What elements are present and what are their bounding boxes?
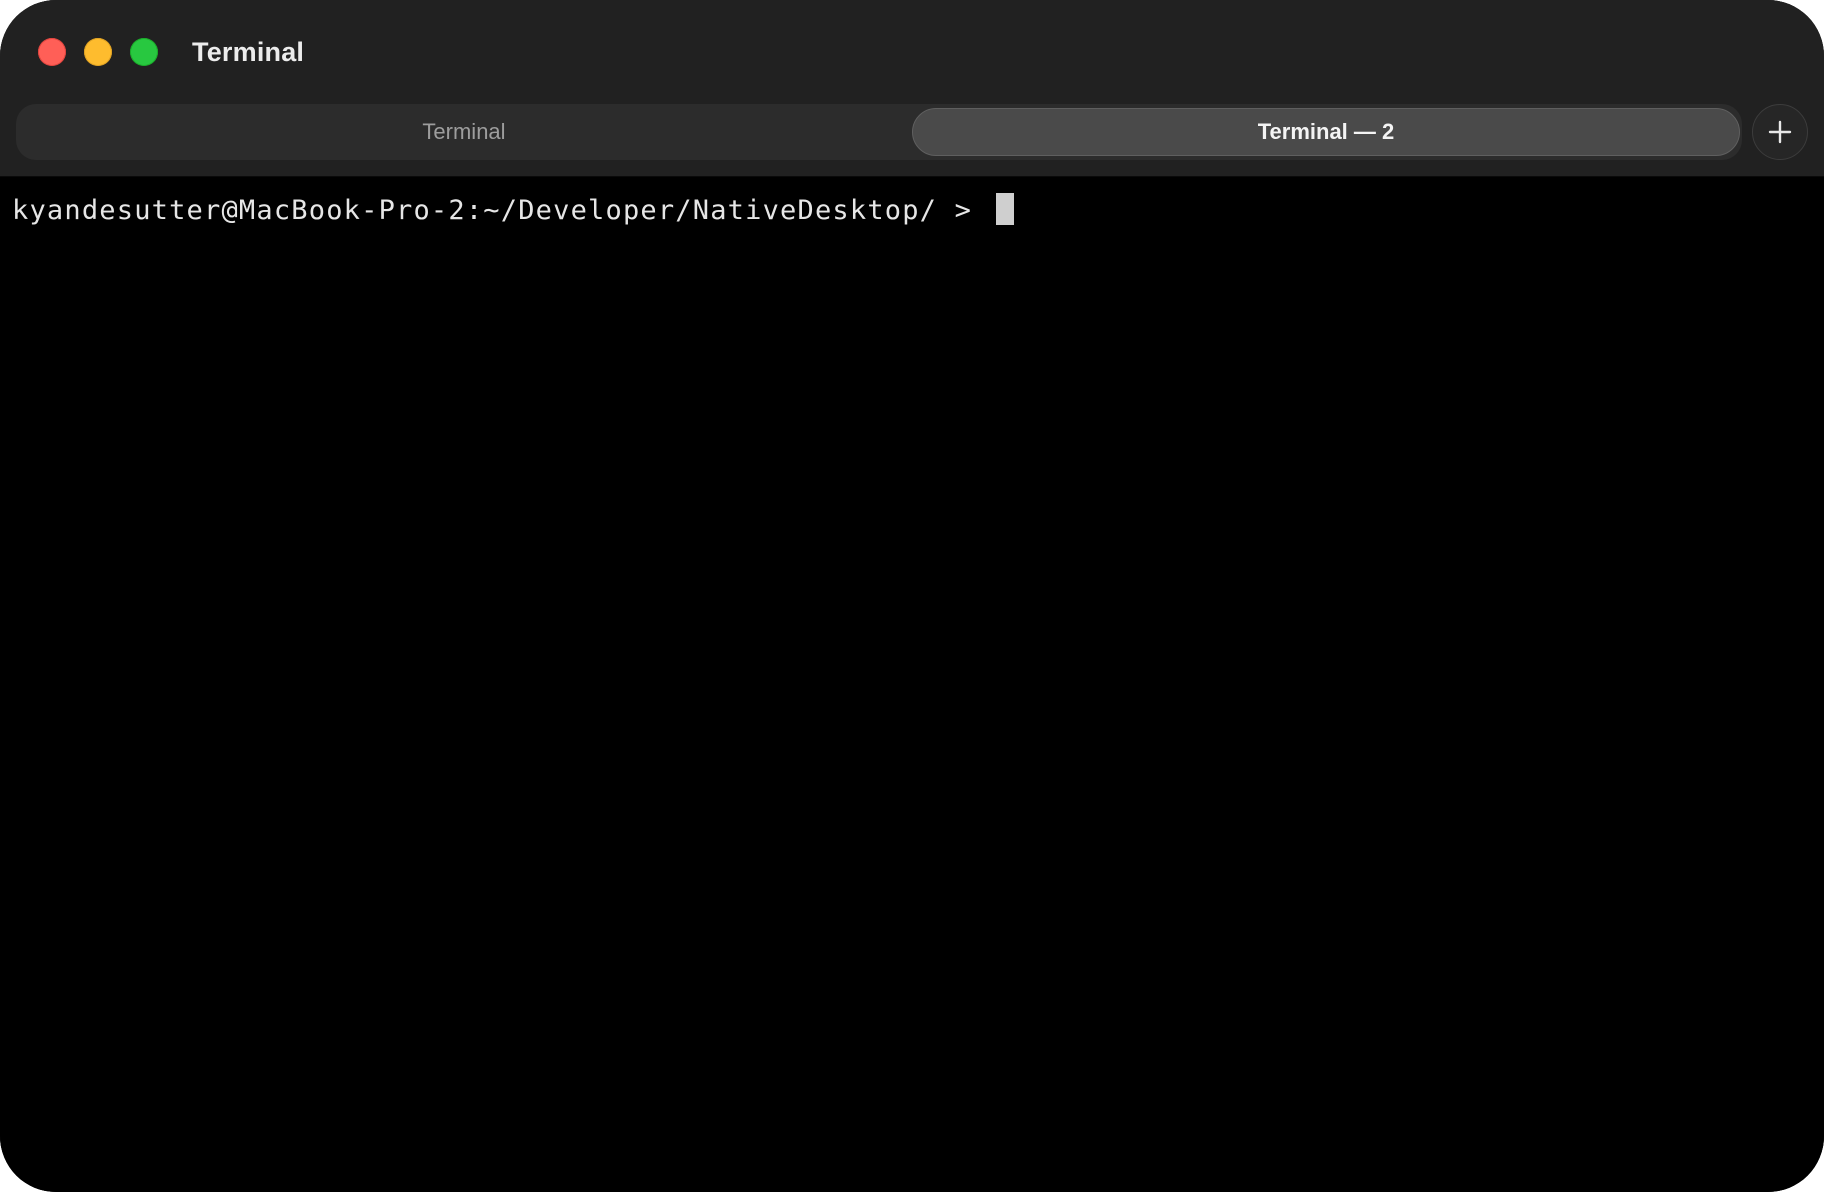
plus-icon — [1768, 120, 1792, 144]
tab-terminal-2[interactable]: Terminal — 2 — [912, 108, 1740, 156]
text-cursor — [995, 193, 1014, 225]
shell-prompt: kyandesutter@MacBook-Pro-2:~/Developer/N… — [12, 195, 990, 226]
title-bar[interactable]: Terminal Terminal Terminal — 2 — [0, 0, 1824, 177]
minimize-window-button[interactable] — [84, 38, 112, 66]
terminal-content[interactable]: kyandesutter@MacBook-Pro-2:~/Developer/N… — [0, 177, 1824, 1192]
tab-bar: Terminal Terminal — 2 — [16, 104, 1742, 160]
close-window-button[interactable] — [38, 38, 66, 66]
tab-terminal[interactable]: Terminal — [16, 104, 912, 160]
terminal-window: Terminal Terminal Terminal — 2 kyandesut… — [0, 0, 1824, 1192]
new-tab-button[interactable] — [1752, 104, 1808, 160]
window-title: Terminal — [192, 37, 305, 67]
prompt-line: kyandesutter@MacBook-Pro-2:~/Developer/N… — [12, 191, 1014, 231]
zoom-window-button[interactable] — [130, 38, 158, 66]
